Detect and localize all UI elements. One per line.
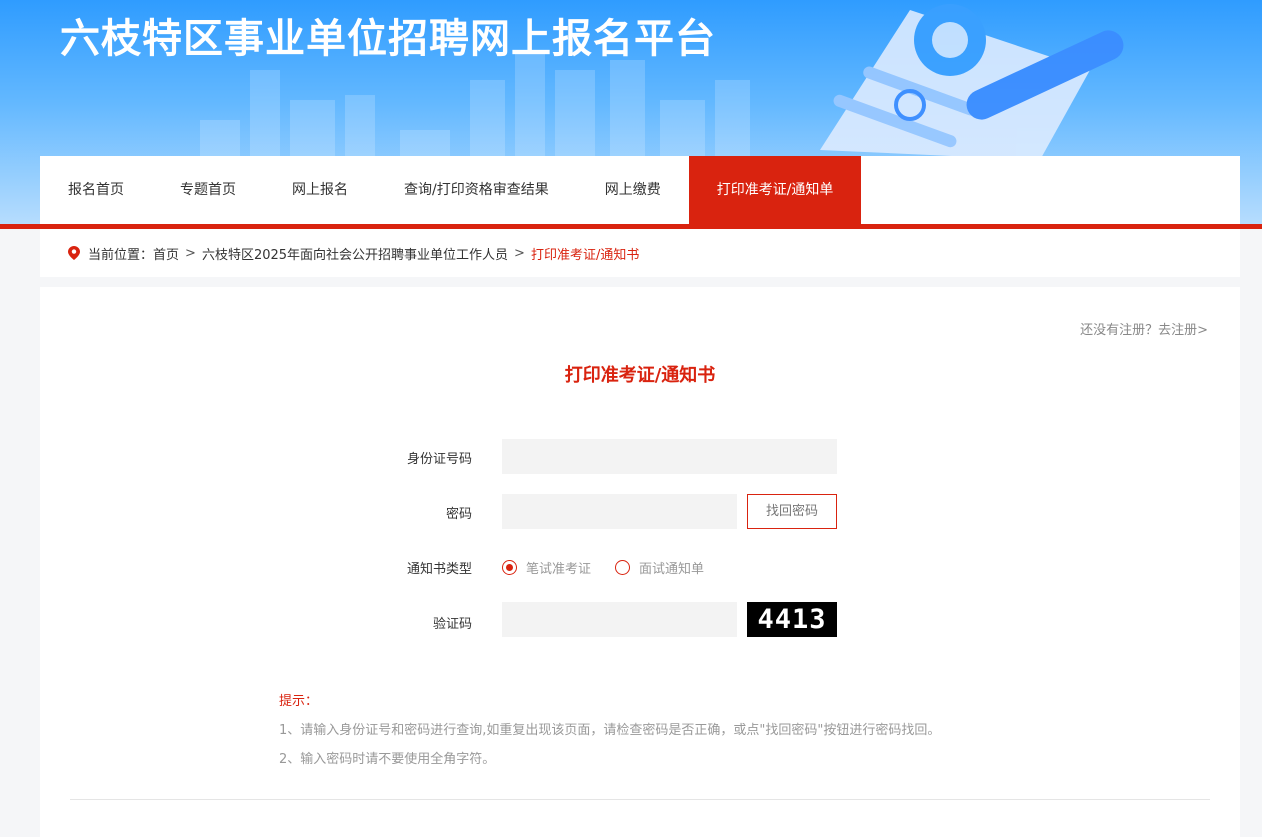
breadcrumb-project[interactable]: 六枝特区2025年面向社会公开招聘事业单位工作人员: [202, 244, 508, 263]
nav-item-query-review[interactable]: 查询/打印资格审查结果: [376, 156, 577, 224]
tips-title: 提示：: [279, 694, 319, 709]
breadcrumb-current: 打印准考证/通知书: [530, 247, 640, 263]
captcha-input[interactable]: [502, 602, 737, 637]
tip-item: 1、请输入身份证号和密码进行查询,如重复出现该页面，请检查密码是否正确，或点"找…: [279, 723, 941, 738]
breadcrumb-prefix: 当前位置：: [88, 247, 154, 263]
breadcrumb-separator: >: [514, 245, 525, 261]
radio-interview-label: 面试通知单: [639, 562, 705, 577]
radio-written-exam-circle[interactable]: [502, 560, 517, 575]
breadcrumb: 当前位置： 首页 > 六枝特区2025年面向社会公开招聘事业单位工作人员 > 打…: [40, 229, 1240, 277]
nav-item-online-payment[interactable]: 网上缴费: [577, 156, 689, 224]
notice-type-radio-group: 笔试准考证 面试通知单: [502, 558, 728, 577]
nav-item-online-signup[interactable]: 网上报名: [264, 156, 376, 224]
notice-type-label: 通知书类型: [406, 562, 472, 577]
radio-interview[interactable]: 面试通知单: [615, 558, 704, 577]
captcha-image[interactable]: 4413: [747, 602, 837, 637]
main-nav: 报名首页 专题首页 网上报名 查询/打印资格审查结果 网上缴费 打印准考证/通知…: [40, 156, 1240, 224]
id-number-label: 身份证号码: [406, 452, 472, 467]
password-input[interactable]: [502, 494, 737, 529]
print-admission-panel: 还没有注册？去注册> 打印准考证/通知书 身份证号码 密码 找回密码 通知书类型…: [40, 287, 1240, 837]
radio-interview-circle[interactable]: [615, 560, 631, 575]
id-number-input[interactable]: [502, 439, 837, 474]
form-title: 打印准考证/通知书: [564, 365, 716, 386]
nav-item-print-admission[interactable]: 打印准考证/通知单: [688, 156, 862, 224]
radio-written-exam-label: 笔试准考证: [526, 562, 592, 577]
captcha-label: 验证码: [432, 617, 472, 632]
divider: [70, 799, 1210, 800]
nav-item-signup-home[interactable]: 报名首页: [40, 156, 152, 224]
tips-block: 提示： 1、请输入身份证号和密码进行查询,如重复出现该页面，请检查密码是否正确，…: [279, 687, 940, 774]
document-pen-illustration: [820, 4, 1124, 160]
radio-written-exam[interactable]: 笔试准考证: [502, 558, 591, 577]
site-title: 六枝特区事业单位招聘网上报名平台: [60, 16, 716, 62]
forgot-password-button[interactable]: 找回密码: [747, 494, 837, 529]
tip-item: 2、输入密码时请不要使用全角字符。: [279, 752, 496, 767]
register-link[interactable]: 还没有注册？去注册>: [1080, 319, 1208, 338]
password-label: 密码: [445, 507, 472, 522]
nav-item-topic-home[interactable]: 专题首页: [152, 156, 264, 224]
location-pin-icon: [68, 246, 80, 260]
breadcrumb-home[interactable]: 首页: [153, 244, 179, 263]
breadcrumb-separator: >: [185, 245, 196, 261]
